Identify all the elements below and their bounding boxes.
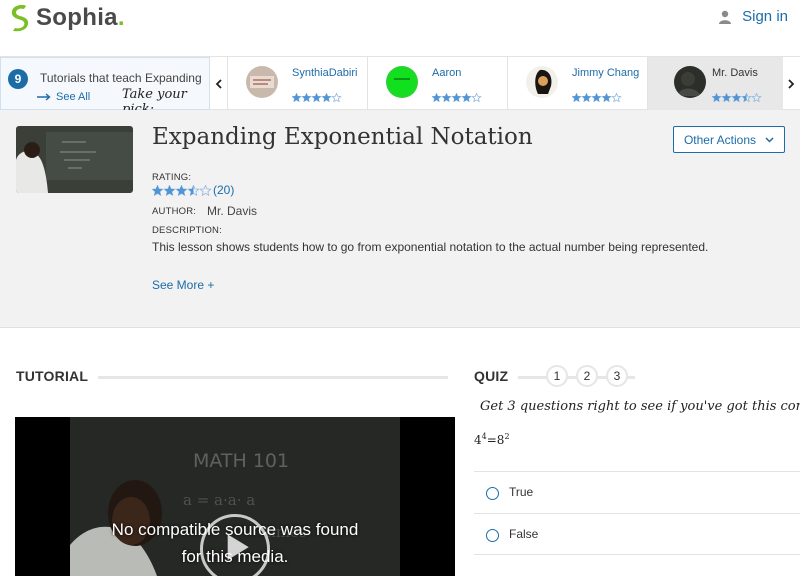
radio-icon[interactable] bbox=[486, 529, 499, 542]
sign-in-link[interactable]: Sign in bbox=[718, 8, 788, 25]
avatar bbox=[674, 66, 706, 98]
lesson-rating: (20) bbox=[152, 183, 234, 197]
tutorial-heading: TUTORIAL bbox=[16, 368, 89, 384]
star-icon bbox=[471, 93, 482, 102]
tutor-name: Mr. Davis bbox=[712, 67, 758, 79]
site-header: Sophia. Sign in bbox=[0, 0, 800, 56]
tutor-strip: 9 Tutorials that teach Expanding Exponen… bbox=[0, 56, 800, 117]
quiz-heading: QUIZ bbox=[474, 368, 509, 384]
chevron-down-icon bbox=[765, 136, 774, 143]
tutor-card-aaron[interactable]: Aaron bbox=[367, 57, 507, 110]
sophia-logo[interactable]: Sophia. bbox=[8, 4, 125, 32]
star-rating-icons bbox=[712, 93, 762, 102]
radio-icon[interactable] bbox=[486, 487, 499, 500]
tutorials-intro-text: Tutorials that teach Expanding Exponenti… bbox=[40, 71, 202, 85]
tutor-card-synthiadabiri[interactable]: SynthiaDabiri bbox=[227, 57, 367, 110]
brand-name: Sophia. bbox=[36, 4, 125, 31]
chevron-left-icon bbox=[215, 78, 222, 89]
quiz-question-1-button[interactable]: 1 bbox=[546, 365, 568, 387]
avatar bbox=[386, 66, 418, 98]
other-actions-button[interactable]: Other Actions bbox=[673, 126, 785, 153]
next-tutors-button[interactable] bbox=[783, 57, 800, 110]
svg-text:a = a·a· a: a = a·a· a bbox=[183, 491, 255, 509]
rating-stars bbox=[152, 184, 212, 196]
star-icon bbox=[611, 93, 622, 102]
avatar bbox=[526, 66, 558, 98]
arrow-right-icon bbox=[37, 93, 51, 101]
tutor-card-jimmy-chang[interactable]: Jimmy Chang bbox=[507, 57, 647, 110]
divider bbox=[98, 376, 448, 379]
sign-in-label: Sign in bbox=[742, 8, 788, 25]
star-icon bbox=[751, 93, 762, 102]
star-icon-filled bbox=[176, 184, 187, 195]
star-rating-icons bbox=[292, 93, 342, 102]
star-rating-icons bbox=[572, 93, 622, 102]
star-icon bbox=[199, 184, 212, 196]
rating-count-link[interactable]: (20) bbox=[213, 183, 234, 197]
quiz-question-2-button[interactable]: 2 bbox=[576, 365, 598, 387]
board-text: MATH 101 bbox=[193, 450, 289, 472]
avatar bbox=[246, 66, 278, 98]
tutor-card-mr-davis[interactable]: Mr. Davis bbox=[647, 57, 783, 110]
play-button[interactable] bbox=[200, 514, 270, 576]
star-icon-filled bbox=[152, 184, 163, 195]
tutor-rating-stars bbox=[572, 93, 622, 102]
lesson-thumbnail[interactable] bbox=[16, 126, 133, 193]
quiz-question: 44=82 bbox=[474, 432, 510, 447]
chevron-right-icon bbox=[788, 78, 795, 89]
video-player[interactable]: MATH 101 a = a·a· a times No compatible … bbox=[15, 417, 455, 576]
star-rating-icons bbox=[152, 184, 212, 196]
star-icon-filled bbox=[164, 184, 175, 195]
tutor-rating-stars bbox=[292, 93, 342, 102]
see-more-link[interactable]: See More + bbox=[152, 278, 214, 292]
tutorials-intro: 9 Tutorials that teach Expanding Exponen… bbox=[0, 57, 210, 117]
author-name: Mr. Davis bbox=[207, 204, 258, 218]
tutor-name: Aaron bbox=[432, 67, 462, 79]
tutor-rating-stars bbox=[432, 93, 482, 102]
lesson-description: This lesson shows students how to go fro… bbox=[152, 240, 709, 254]
star-rating-icons bbox=[432, 93, 482, 102]
lesson-info-panel: Expanding Exponential Notation Other Act… bbox=[0, 110, 800, 328]
quiz-prompt: Get 3 questions right to see if you've g… bbox=[480, 399, 800, 414]
answer-label: True bbox=[509, 485, 534, 499]
answer-option-false[interactable]: False bbox=[474, 513, 800, 555]
star-icon bbox=[331, 93, 342, 102]
answer-label: False bbox=[509, 527, 539, 541]
description-label: DESCRIPTION: bbox=[152, 225, 222, 236]
rating-label: RATING: bbox=[152, 172, 192, 183]
play-icon bbox=[227, 534, 249, 560]
see-all-link[interactable]: See All bbox=[37, 91, 90, 103]
previous-tutors-button[interactable] bbox=[210, 57, 227, 110]
answer-option-true[interactable]: True bbox=[474, 471, 800, 513]
sophia-logo-icon bbox=[11, 5, 29, 32]
lesson-title: Expanding Exponential Notation bbox=[152, 124, 533, 150]
tutor-rating-stars bbox=[712, 93, 762, 102]
author-label: AUTHOR: bbox=[152, 206, 197, 217]
tutor-name: SynthiaDabiri bbox=[292, 67, 358, 79]
quiz-question-3-button[interactable]: 3 bbox=[606, 365, 628, 387]
tutorial-count-badge: 9 bbox=[8, 69, 28, 89]
user-icon bbox=[719, 10, 732, 24]
tutor-name: Jimmy Chang bbox=[572, 67, 640, 79]
